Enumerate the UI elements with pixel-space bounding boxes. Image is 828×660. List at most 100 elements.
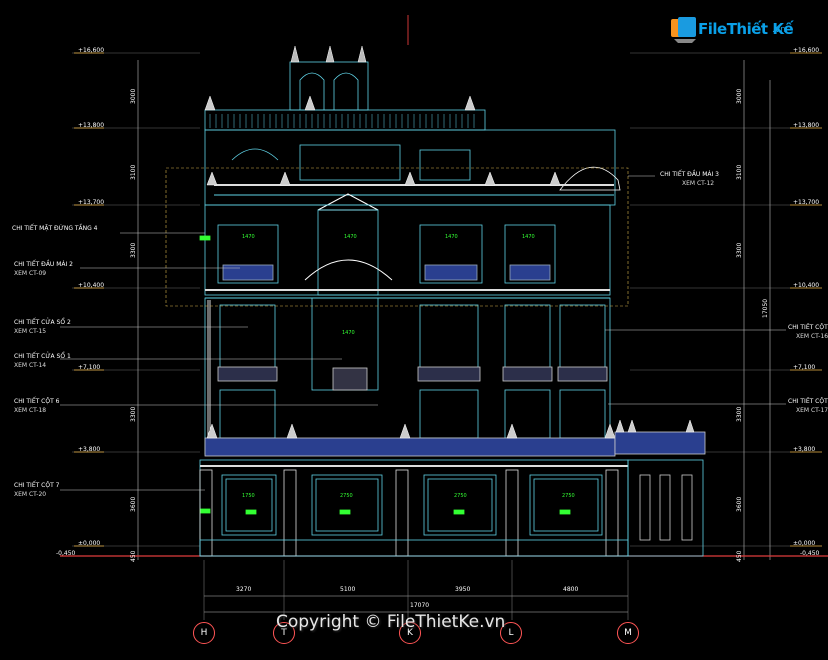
green-dimension: 2750	[454, 493, 467, 499]
green-dimension: 2750	[562, 493, 575, 499]
vertical-dimension: 3600	[736, 496, 743, 512]
window-frame	[219, 389, 276, 439]
green-marker	[453, 509, 465, 515]
grid-axis-marker: H	[193, 622, 215, 644]
level-label-right: +3,800	[793, 446, 816, 453]
pediment-arch	[231, 148, 279, 161]
shop-window-inner	[315, 478, 379, 532]
level-label-right: +13,800	[793, 122, 820, 129]
detail-note-ref: XEM CT-16	[796, 333, 828, 340]
window-frame	[559, 304, 606, 374]
shop-window	[423, 474, 497, 536]
detail-note-title: CHI TIẾT MẶT ĐỨNG TẦNG 4	[12, 225, 98, 232]
copyright-watermark: Copyright © FileThietKe.vn	[276, 612, 506, 632]
vertical-dimension: 3000	[130, 88, 137, 104]
side-column	[681, 474, 693, 541]
level-label-right: +7,100	[793, 364, 816, 371]
detail-note: CHI TIẾT MẶT ĐỨNG TẦNG 4	[12, 224, 98, 233]
ground-floor	[199, 459, 629, 557]
level-label-right: +16,600	[793, 47, 820, 54]
vertical-dimension: 3600	[130, 496, 137, 512]
detail-note-ref: XEM CT-20	[14, 491, 47, 498]
logo-icon	[671, 17, 696, 43]
detail-note-ref: XEM CT-15	[14, 328, 47, 335]
window-frame	[504, 304, 551, 374]
pilaster	[395, 469, 409, 557]
detail-note: CHI TIẾT CỘT 7 XEM CT-20	[14, 481, 59, 499]
level-label-right: -0,450	[800, 550, 820, 557]
elevation-svg	[60, 15, 828, 620]
finial	[627, 419, 637, 433]
horizontal-dimension: 3950	[455, 586, 471, 593]
finial	[304, 95, 316, 111]
vertical-dimension: 3300	[736, 242, 743, 258]
shop-window	[311, 474, 383, 536]
level-label-right: +13,700	[793, 199, 820, 206]
detail-note: CHI TIẾT CỘT 3 XEM CT-17	[788, 397, 828, 415]
detail-note: CHI TIẾT ĐẦU MÁI 3 XEM CT-12	[660, 170, 719, 188]
floor-4-panel	[299, 144, 401, 181]
shop-window	[221, 474, 277, 536]
vertical-dimension: 3100	[736, 164, 743, 180]
level-label-left: ±0,000	[78, 540, 101, 547]
ornament-panel	[332, 367, 368, 391]
level-label-left: +13,800	[78, 122, 105, 129]
finial	[399, 423, 411, 439]
detail-note-ref: XEM CT-14	[14, 362, 47, 369]
level-label-right: ±0,000	[793, 540, 816, 547]
window-frame	[419, 389, 479, 439]
level-label-left: +13,700	[78, 199, 105, 206]
logo-suffix: .vn	[772, 25, 786, 35]
detail-note-title: CHI TIẾT ĐẦU MÁI 3	[660, 171, 720, 178]
detail-note: CHI TIẾT CỘT 2 XEM CT-16	[788, 323, 828, 341]
vertical-dimension: 3300	[736, 406, 743, 422]
shop-window-inner	[225, 478, 273, 532]
vertical-dimension: 3000	[736, 88, 743, 104]
finial	[206, 171, 218, 186]
finial	[549, 171, 561, 186]
horizontal-dimension: 5100	[340, 586, 356, 593]
detail-note-title: CHI TIẾT CỘT 7	[14, 482, 60, 489]
side-column	[659, 474, 671, 541]
horizontal-dimension: 3270	[236, 586, 252, 593]
finial	[204, 95, 216, 111]
finial	[279, 171, 291, 186]
roof-ornament	[559, 166, 621, 191]
total-dimension: 17070	[410, 602, 430, 609]
pilaster	[283, 469, 297, 557]
vertical-dimension: 450	[130, 550, 137, 562]
level-label-left: +7,100	[78, 364, 101, 371]
green-dimension: 1470	[445, 234, 458, 240]
floor-1-balustrade	[204, 437, 616, 457]
green-marker	[199, 508, 211, 514]
green-dimension: 1750	[242, 493, 255, 499]
finial	[286, 423, 298, 439]
roof-tower	[289, 61, 369, 111]
shop-window-inner	[427, 478, 493, 532]
shop-window	[529, 474, 603, 536]
detail-note-title: CHI TIẾT ĐẦU MÁI 2	[14, 261, 74, 268]
cad-elevation-drawing: FileThiết Kế .vn +16,600 +13,800 +13,700…	[0, 0, 828, 656]
window-balcony	[509, 264, 551, 281]
green-marker	[245, 509, 257, 515]
detail-note-title: CHI TIẾT CỘT 6	[14, 398, 60, 405]
finial	[357, 45, 367, 63]
detail-note-title: CHI TIẾT CỘT 2	[788, 324, 828, 331]
detail-note: CHI TIẾT CỬA SỔ 2 XEM CT-15	[14, 318, 71, 336]
finial	[325, 45, 335, 63]
vertical-dimension: 3300	[130, 242, 137, 258]
detail-note-ref: XEM CT-12	[682, 180, 715, 187]
green-dimension: 2750	[340, 493, 353, 499]
finial	[615, 419, 625, 433]
floor-4-window	[419, 149, 471, 181]
detail-note-title: CHI TIẾT CỬA SỔ 2	[14, 319, 71, 326]
detail-note-ref: XEM CT-18	[14, 407, 47, 414]
finial	[290, 45, 300, 63]
plinth	[199, 539, 629, 557]
level-label-left: -0,450	[56, 550, 76, 557]
window-balcony	[217, 366, 278, 382]
detail-frame	[165, 167, 629, 307]
finial	[685, 419, 695, 433]
central-bay-upper	[317, 209, 379, 296]
pilaster	[605, 469, 619, 557]
